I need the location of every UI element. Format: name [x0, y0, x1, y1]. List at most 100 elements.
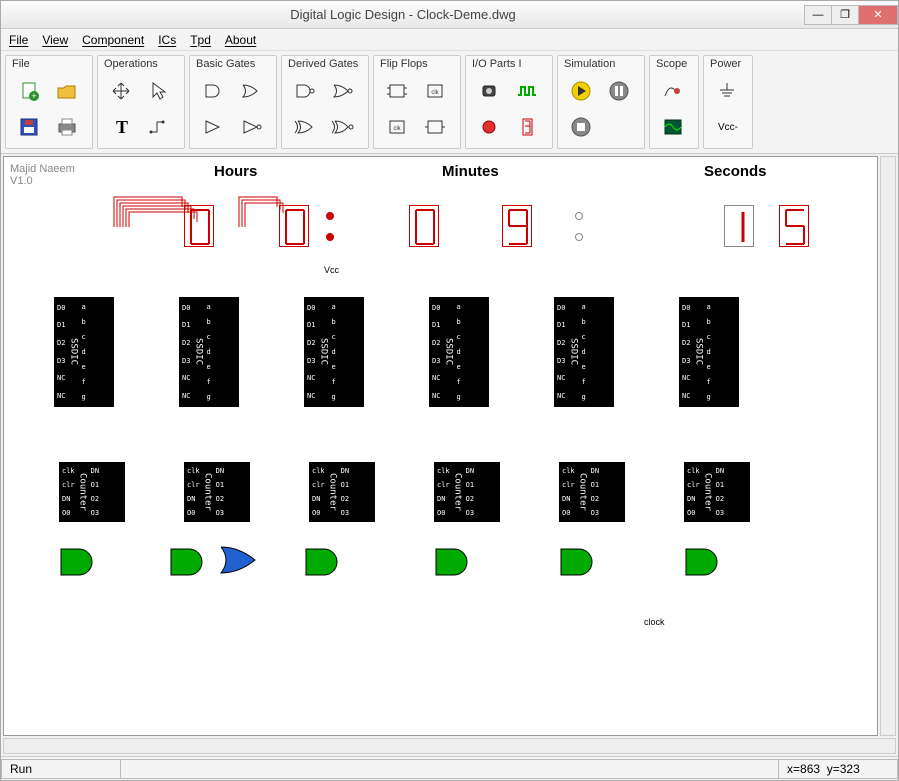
print-button[interactable] — [50, 110, 86, 144]
toolgroup-derived-gates: Derived Gates — [281, 55, 369, 149]
toolgroup-flipflops: Flip Flops clk clk — [373, 55, 461, 149]
toolgroup-file: File + — [5, 55, 93, 149]
stop-button[interactable] — [564, 110, 600, 144]
close-button[interactable]: ✕ — [858, 5, 898, 25]
toolgroup-scope: Scope — [649, 55, 699, 149]
label-minutes: Minutes — [442, 163, 499, 180]
menu-view[interactable]: View — [42, 33, 68, 47]
chip-ssdic-1[interactable]: D0D1D2D3NCNC SSDIC abcdefg — [54, 297, 114, 407]
save-icon — [17, 116, 43, 138]
vertical-scrollbar[interactable] — [880, 156, 896, 736]
save-button[interactable] — [12, 110, 48, 144]
select-button[interactable] — [142, 74, 178, 108]
stop-icon — [569, 116, 595, 138]
play-icon — [569, 80, 595, 102]
buffer2-button[interactable] — [234, 110, 270, 144]
toolbar: File + Operations T Basic Gates — [1, 51, 898, 154]
menu-tpd[interactable]: Tpd — [190, 33, 211, 47]
minimize-button[interactable]: — — [804, 5, 832, 25]
probe-button[interactable] — [656, 74, 692, 108]
chip-counter-3[interactable]: clkclrDNO0 Counter DNO1O2O3 — [309, 462, 375, 522]
window-title: Digital Logic Design - Clock-Deme.dwg — [202, 7, 604, 22]
menu-component[interactable]: Component — [82, 33, 144, 47]
gate-and-5[interactable] — [559, 547, 599, 577]
scope-icon — [661, 116, 687, 138]
ff1-button[interactable] — [380, 74, 416, 108]
nor-gate-icon — [331, 80, 357, 102]
open-file-button[interactable] — [50, 74, 86, 108]
new-file-button[interactable]: + — [12, 74, 48, 108]
maximize-button[interactable]: ❐ — [831, 5, 859, 25]
buffer1-button[interactable] — [196, 110, 232, 144]
buffer2-icon — [239, 116, 265, 138]
chip-counter-4[interactable]: clkclrDNO0 Counter DNO1O2O3 — [434, 462, 500, 522]
chip-counter-6[interactable]: clkclrDNO0 Counter DNO1O2O3 — [684, 462, 750, 522]
led-button[interactable] — [472, 110, 508, 144]
text-icon: T — [116, 117, 128, 138]
new-file-icon: + — [17, 80, 43, 102]
design-canvas[interactable]: Majid NaeemV1.0 Hours Minutes Seconds — [3, 156, 878, 736]
colon-ms — [571, 205, 587, 247]
or-gate-button[interactable] — [234, 74, 270, 108]
sim-empty — [602, 110, 638, 144]
chip-ssdic-4[interactable]: D0D1D2D3NCNC SSDIC abcdefg — [429, 297, 489, 407]
chip-ssdic-6[interactable]: D0D1D2D3NCNC SSDIC abcdefg — [679, 297, 739, 407]
gate-and-3[interactable] — [304, 547, 344, 577]
horizontal-scrollbar[interactable] — [3, 738, 896, 754]
toolgroup-simulation: Simulation — [557, 55, 645, 149]
gate-and-2[interactable] — [169, 547, 209, 577]
chip-ssdic-5[interactable]: D0D1D2D3NCNC SSDIC abcdefg — [554, 297, 614, 407]
move-button[interactable] — [104, 74, 140, 108]
chip-counter-1[interactable]: clkclrDNO0 Counter DNO1O2O3 — [59, 462, 125, 522]
switch-button[interactable] — [472, 74, 508, 108]
play-button[interactable] — [564, 74, 600, 108]
and-gate-button[interactable] — [196, 74, 232, 108]
vcc-icon: Vcc- — [718, 122, 738, 133]
chip-counter-2[interactable]: clkclrDNO0 Counter DNO1O2O3 — [184, 462, 250, 522]
ff4-icon — [423, 116, 449, 138]
buffer-icon — [201, 116, 227, 138]
chip-counter-5[interactable]: clkclrDNO0 Counter DNO1O2O3 — [559, 462, 625, 522]
chip-ssdic-2[interactable]: D0D1D2D3NCNC SSDIC abcdefg — [179, 297, 239, 407]
title-bar: Digital Logic Design - Clock-Deme.dwg — … — [1, 1, 898, 29]
nand-gate-icon — [293, 80, 319, 102]
gate-and-4[interactable] — [434, 547, 474, 577]
menu-file[interactable]: File — [9, 33, 28, 47]
status-run: Run — [1, 759, 121, 779]
toolgroup-operations: Operations T — [97, 55, 185, 149]
scope-button[interactable] — [656, 110, 692, 144]
clock-label: clock — [644, 617, 665, 627]
ff1-icon — [385, 80, 411, 102]
gate-and-1[interactable] — [59, 547, 99, 577]
vcc-button[interactable]: Vcc- — [710, 110, 746, 144]
ff3-button[interactable]: clk — [380, 110, 416, 144]
ff4-button[interactable] — [418, 110, 454, 144]
clock-gen-button[interactable] — [510, 74, 546, 108]
nor-gate-button[interactable] — [326, 74, 362, 108]
author-credit: Majid NaeemV1.0 — [10, 163, 75, 187]
wire-button[interactable] — [142, 110, 178, 144]
xnor-gate-button[interactable] — [326, 110, 362, 144]
move-icon — [109, 80, 135, 102]
gate-or-1[interactable] — [219, 545, 259, 575]
sevenseg-button[interactable] — [510, 110, 546, 144]
gnd-button[interactable] — [710, 74, 746, 108]
gate-and-6[interactable] — [684, 547, 724, 577]
wire-icon — [147, 116, 173, 138]
display-minutes-tens — [409, 205, 439, 247]
display-hours-tens — [184, 205, 214, 247]
toolgroup-ioparts: I/O Parts I — [465, 55, 553, 149]
status-coordinates: x= 863 y= 323 — [778, 759, 898, 779]
chip-ssdic-3[interactable]: D0D1D2D3NCNC SSDIC abcdefg — [304, 297, 364, 407]
pause-button[interactable] — [602, 74, 638, 108]
ff2-button[interactable]: clk — [418, 74, 454, 108]
menu-ics[interactable]: ICs — [158, 33, 176, 47]
switch-icon — [477, 80, 503, 102]
clock-icon — [515, 80, 541, 102]
print-icon — [55, 116, 81, 138]
menu-about[interactable]: About — [225, 33, 256, 47]
nand-gate-button[interactable] — [288, 74, 324, 108]
xor-gate-button[interactable] — [288, 110, 324, 144]
probe-icon — [661, 80, 687, 102]
text-button[interactable]: T — [104, 110, 140, 144]
